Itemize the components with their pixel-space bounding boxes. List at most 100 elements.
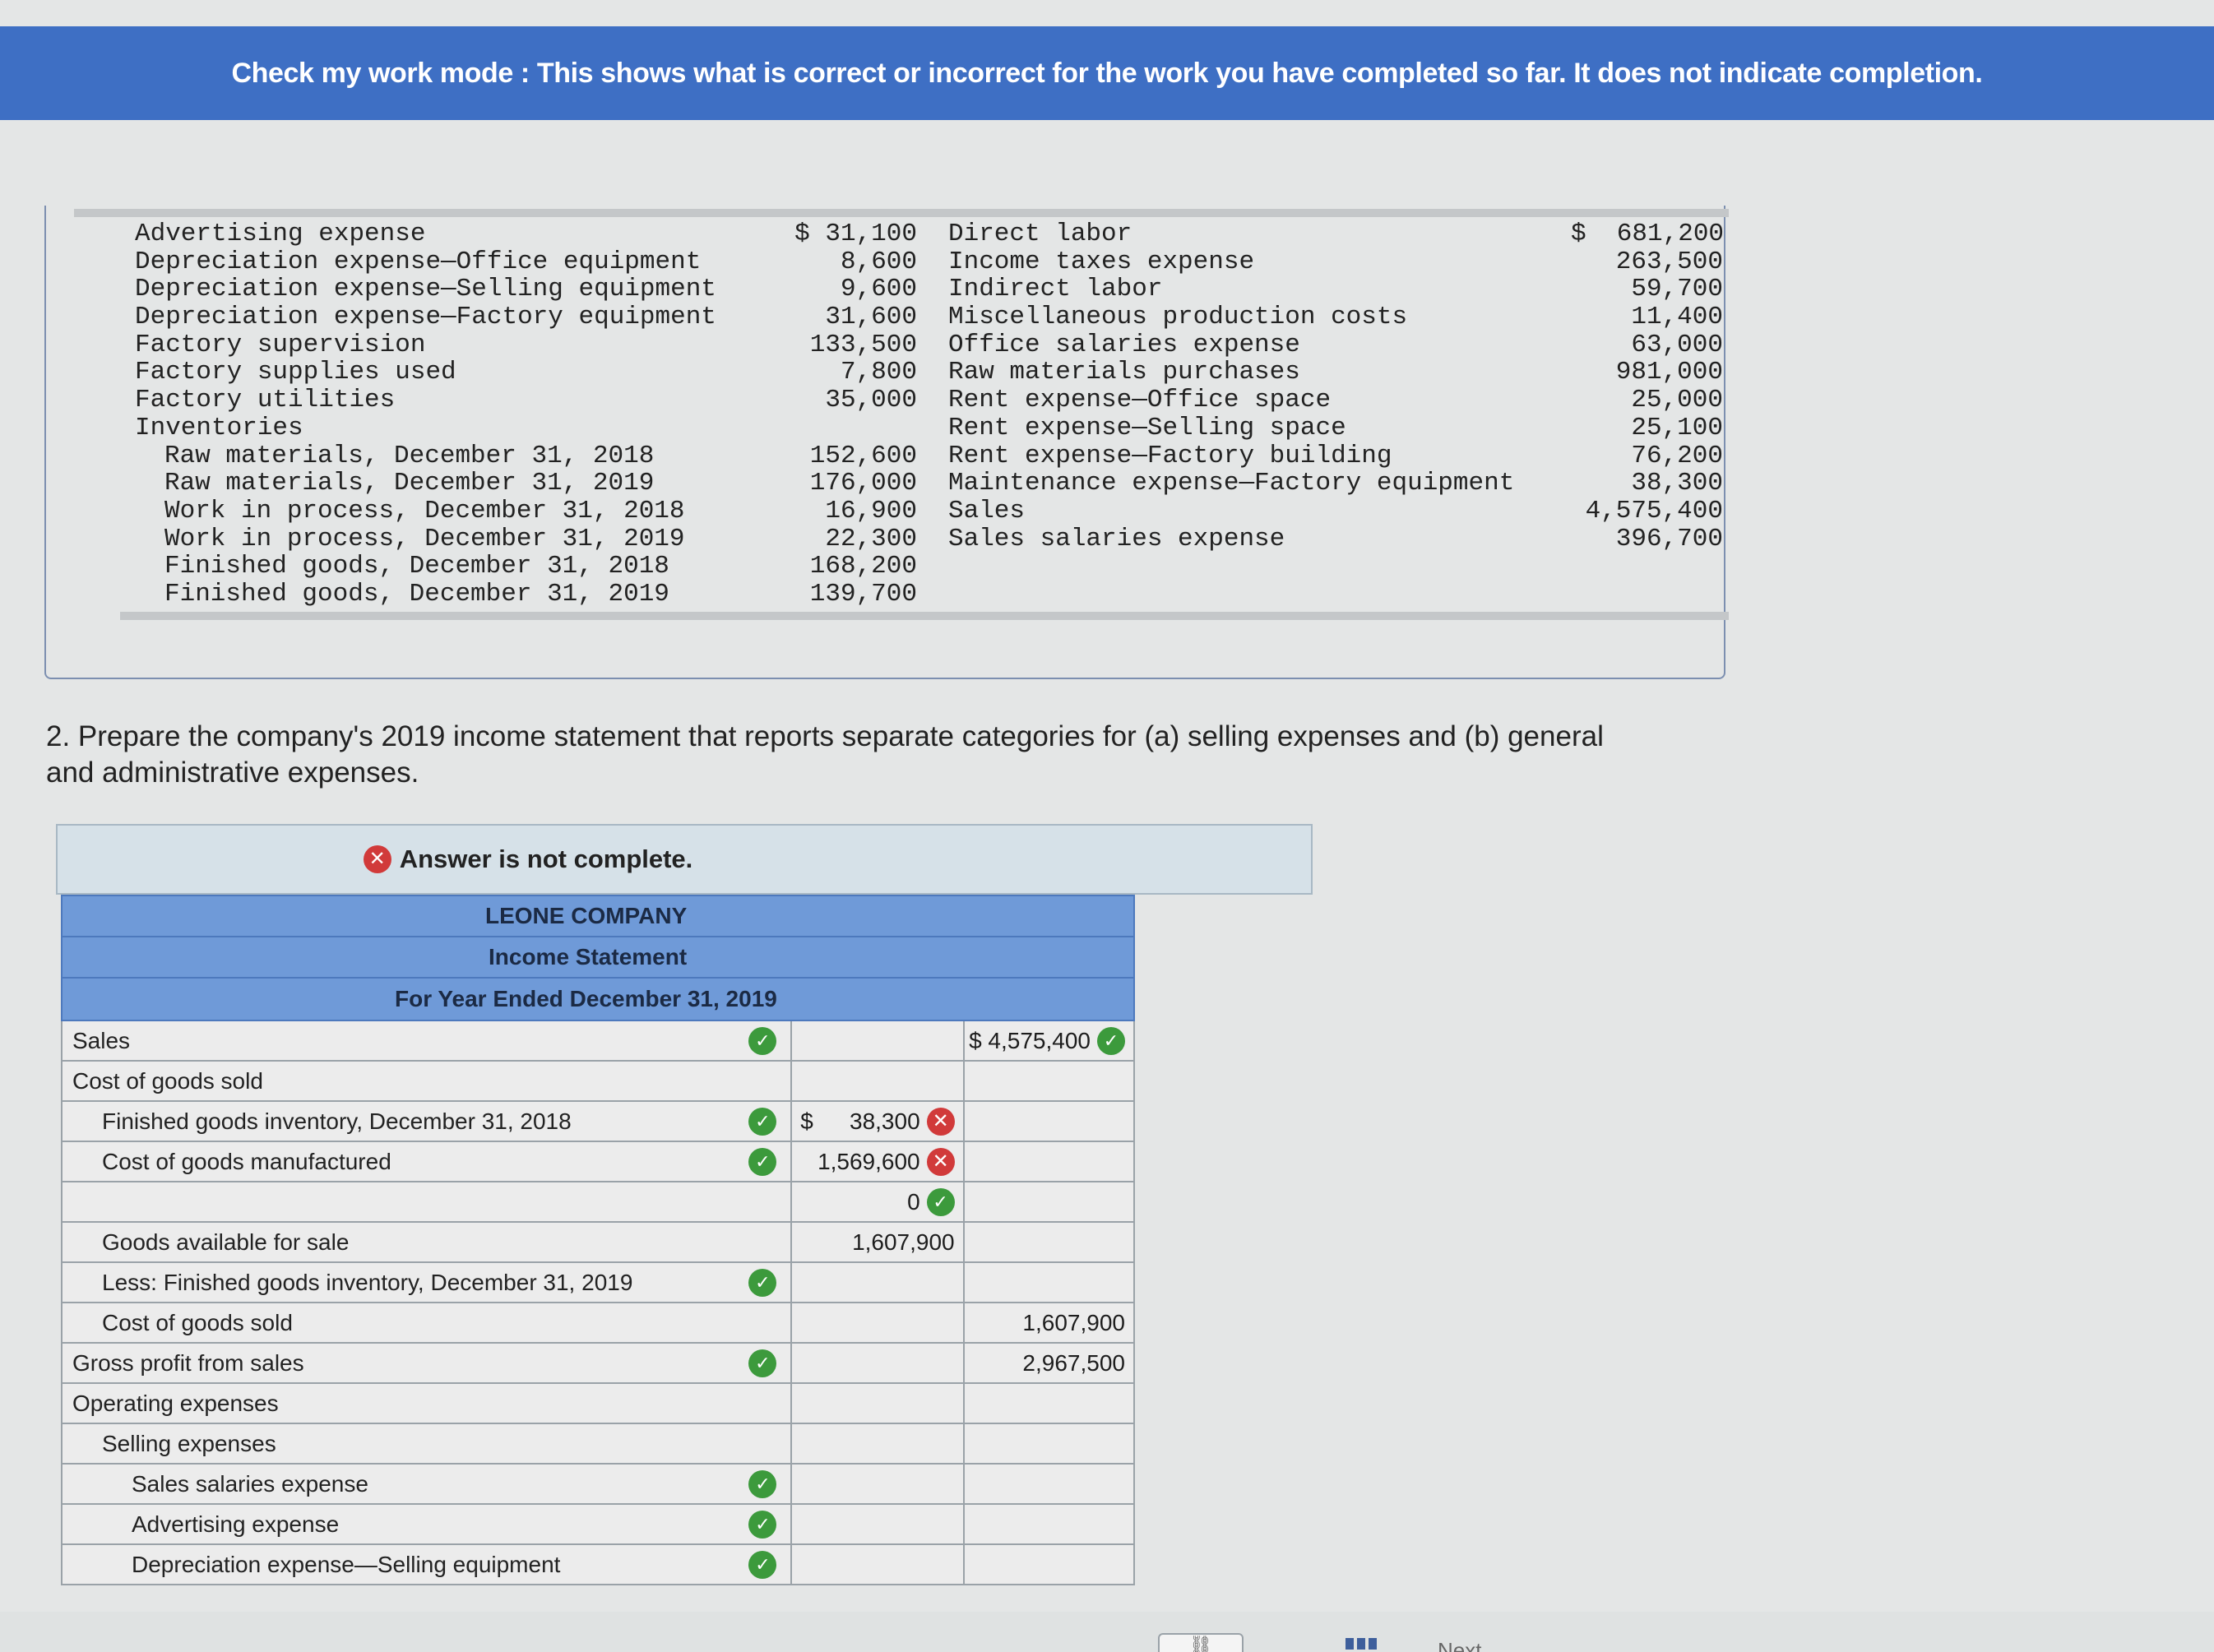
data-item-label: Depreciation expense—Factory equipment	[135, 303, 716, 332]
amount-input-column-2[interactable]	[965, 1102, 1133, 1141]
amount-input-column-1[interactable]	[792, 1505, 965, 1543]
statement-row-label[interactable]: Finished goods inventory, December 31, 2…	[63, 1102, 735, 1141]
amount-input-column-2[interactable]	[965, 1182, 1133, 1221]
data-item-label: Raw materials, December 31, 2019	[164, 469, 655, 498]
data-item-value: 9,600	[840, 275, 917, 304]
data-item-label: Rent expense—Selling space	[948, 413, 1346, 442]
amount-value: 1,607,900	[852, 1229, 955, 1255]
amount-value: 1,569,600	[818, 1148, 920, 1174]
correct-check-icon: ✓	[1096, 1026, 1125, 1055]
amount-input-column-2[interactable]	[965, 1465, 1133, 1503]
data-item-label: Sales	[948, 496, 1026, 525]
data-item-value: 8,600	[840, 247, 917, 276]
amount-input-column-2[interactable]	[965, 1142, 1133, 1181]
data-item-value: 25,000	[1631, 386, 1723, 415]
answer-status-text: Answer is not complete.	[399, 845, 693, 873]
amount-input-column-1[interactable]	[792, 1344, 965, 1382]
amount-input-column-1[interactable]: 1,569,600 ✕	[792, 1142, 965, 1181]
data-item-value: 139,700	[809, 579, 917, 609]
statement-row-label[interactable]: Gross profit from sales	[63, 1344, 734, 1382]
amount-input-column-1[interactable]	[792, 1465, 965, 1503]
data-item-label: Raw materials purchases	[948, 358, 1300, 387]
amount-input-column-2[interactable]	[965, 1263, 1133, 1302]
amount-input-column-1[interactable]	[792, 1384, 965, 1423]
statement-row: Finished goods inventory, December 31, 2…	[61, 1102, 1135, 1142]
data-item-value	[765, 414, 917, 442]
data-item-value: 35,000	[825, 386, 917, 415]
statement-row-label[interactable]	[63, 1182, 735, 1221]
row-label-mark	[734, 1062, 793, 1100]
amount-input-column-1[interactable]: 0 ✓	[792, 1182, 965, 1221]
amount-input-column-2[interactable]: 1,607,900	[965, 1303, 1133, 1342]
amount-input-column-2[interactable]	[965, 1384, 1133, 1423]
statement-row-label[interactable]: Advertising expense	[63, 1505, 735, 1543]
statement-row: Cost of goods manufactured ✓ 1,569,600 ✕	[61, 1142, 1135, 1182]
statement-row-label[interactable]: Cost of goods manufactured	[63, 1142, 735, 1181]
statement-row-label[interactable]: Sales salaries expense	[63, 1465, 735, 1503]
amount-input-column-2[interactable]: $ 4,575,400 ✓	[965, 1021, 1133, 1060]
link-icon[interactable]: ⛓	[1158, 1633, 1244, 1652]
amount-input-column-2[interactable]	[965, 1424, 1133, 1463]
correct-check-icon: ✓	[748, 1268, 777, 1297]
statement-row-label[interactable]: Cost of goods sold	[63, 1303, 735, 1342]
row-label-mark: ✓	[734, 1021, 793, 1060]
amount-input-column-1[interactable]: 1,607,900	[792, 1223, 965, 1261]
statement-row-label[interactable]: Operating expenses	[63, 1384, 734, 1423]
correct-check-icon: ✓	[748, 1107, 777, 1136]
data-item-value: 981,000	[1615, 358, 1723, 387]
row-label-mark	[735, 1424, 793, 1463]
data-item-value: 176,000	[809, 469, 917, 498]
statement-row: Selling expenses	[61, 1424, 1135, 1465]
amount-input-column-2[interactable]	[965, 1505, 1133, 1543]
bottom-navigation-bar	[0, 1612, 2214, 1652]
amount-input-column-1[interactable]	[792, 1062, 965, 1100]
data-list-right-values: $ 681,200 263,500 59,700 11,400 63,000 981,00…	[1571, 220, 1725, 553]
data-item-value: 63,000	[1631, 330, 1723, 359]
data-item-label: Factory utilities	[135, 386, 396, 415]
amount-input-column-1[interactable]	[792, 1424, 965, 1463]
data-item-label: Raw materials, December 31, 2018	[164, 441, 655, 470]
data-list-left-values: $ 31,100 8,600 9,600 31,600 133,500 7,800 35,0…	[765, 220, 917, 609]
income-statement-table: LEONE COMPANY Income Statement For Year …	[61, 895, 1135, 1585]
data-item-value: 76,200	[1631, 441, 1723, 470]
statement-row-label[interactable]: Selling expenses	[63, 1424, 735, 1463]
data-item-value: $ 681,200	[1571, 220, 1725, 248]
data-item-value: 22,300	[825, 524, 917, 553]
data-item-label: Miscellaneous production costs	[948, 303, 1408, 332]
amount-input-column-1[interactable]	[792, 1021, 965, 1060]
check-my-work-banner: Check my work mode : This shows what is …	[0, 26, 2214, 120]
company-name: LEONE COMPANY	[63, 896, 1133, 937]
amount-input-column-1[interactable]	[792, 1263, 965, 1302]
data-item-value: 168,200	[809, 552, 917, 581]
correct-check-icon: ✓	[748, 1026, 777, 1055]
amount-input-column-1[interactable]	[792, 1545, 965, 1584]
statement-row-label[interactable]: Sales	[63, 1021, 734, 1060]
next-button[interactable]: Next	[1438, 1638, 1481, 1652]
amount-input-column-2[interactable]	[965, 1062, 1133, 1100]
data-item-label: Sales salaries expense	[948, 524, 1285, 553]
statement-row-label[interactable]: Less: Finished goods inventory, December…	[63, 1263, 735, 1302]
amount-value: 38,300	[850, 1108, 920, 1134]
data-item-label: Depreciation expense—Selling equipment	[135, 275, 716, 304]
data-item-value: 396,700	[1615, 524, 1723, 553]
statement-row-label[interactable]: Depreciation expense—Selling equipment	[63, 1545, 735, 1584]
statement-row: Cost of goods sold	[61, 1062, 1135, 1102]
statement-title: Income Statement	[63, 937, 1133, 979]
incorrect-icon: ✕	[363, 845, 391, 873]
row-label-mark: ✓	[734, 1344, 793, 1382]
correct-check-icon: ✓	[748, 1469, 777, 1498]
data-item-label: Rent expense—Factory building	[948, 441, 1392, 470]
data-item-value: 25,100	[1631, 413, 1723, 442]
amount-input-column-1[interactable]: $38,300 ✕	[792, 1102, 965, 1141]
statement-row-label[interactable]: Goods available for sale	[63, 1223, 735, 1261]
statement-row-label[interactable]: Cost of goods sold	[63, 1062, 734, 1100]
grid-icon[interactable]	[1346, 1638, 1378, 1650]
statement-row: Goods available for sale 1,607,900	[61, 1223, 1135, 1263]
data-item-label: Finished goods, December 31, 2018	[164, 552, 669, 581]
statement-row: Operating expenses	[61, 1384, 1135, 1424]
statement-row: Gross profit from sales ✓ 2,967,500	[61, 1344, 1135, 1384]
amount-input-column-2[interactable]	[965, 1223, 1133, 1261]
amount-input-column-2[interactable]: 2,967,500	[965, 1344, 1133, 1382]
amount-input-column-2[interactable]	[965, 1545, 1133, 1584]
amount-input-column-1[interactable]	[792, 1303, 965, 1342]
